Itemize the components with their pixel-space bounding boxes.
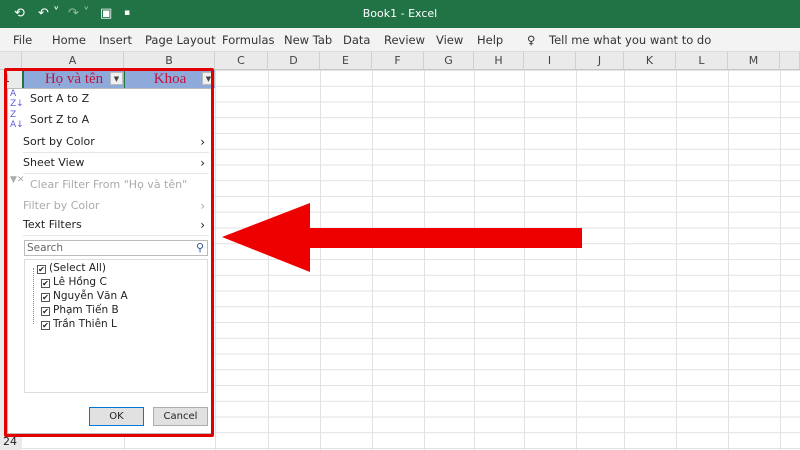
red-arrow-annotation <box>222 203 582 272</box>
arrow-left-icon <box>222 203 582 272</box>
